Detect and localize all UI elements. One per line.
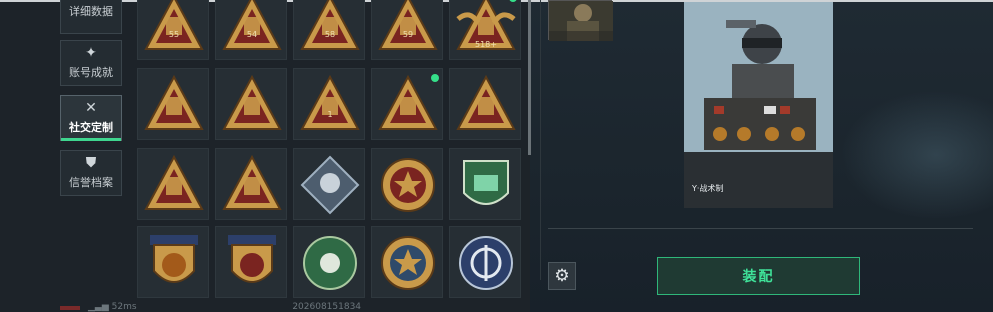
badge-emblem: 58: [300, 0, 360, 50]
badge-emblem: [222, 154, 282, 210]
background-fog: [840, 90, 993, 220]
badge-emblem: 55: [144, 0, 204, 50]
gear-icon: ⚙: [554, 266, 570, 286]
scrollbar[interactable]: [528, 0, 531, 155]
badge-preview-card: Y·战术制: [684, 2, 833, 208]
signal-icon: ▁▃▅: [88, 302, 109, 312]
badge-slot[interactable]: [215, 226, 287, 298]
badge-slot[interactable]: 58: [293, 0, 365, 60]
badge-slot[interactable]: [137, 148, 209, 220]
badge-slot[interactable]: [215, 68, 287, 140]
equip-button[interactable]: 装配: [657, 257, 860, 295]
build-text: 202608151834: [292, 302, 362, 312]
badge-number: 518+: [475, 40, 497, 49]
badge-slot[interactable]: [449, 226, 521, 298]
badge-slot[interactable]: [293, 226, 365, 298]
badge-slot[interactable]: [215, 148, 287, 220]
achievement-icon: ✦: [85, 45, 97, 61]
shield-icon: ⛊: [85, 155, 97, 171]
badge-number: 54: [247, 30, 257, 39]
badge-emblem: [303, 236, 357, 290]
badge-emblem: 1: [300, 74, 360, 130]
badge-slot[interactable]: [449, 148, 521, 220]
badge-slot[interactable]: [371, 226, 443, 298]
sidebar-item-detailed-stats[interactable]: 详细数据: [60, 0, 122, 34]
badge-number: 59: [403, 30, 413, 39]
tools-icon: ✕: [85, 100, 97, 116]
panel-divider: [540, 0, 541, 280]
badge-emblem: [300, 155, 360, 215]
sidebar-item-achievements[interactable]: ✦ 账号成就: [60, 40, 122, 86]
section-divider: [548, 228, 973, 229]
badge-number: 58: [325, 30, 335, 39]
badge-emblem: [144, 154, 204, 210]
badge-slot[interactable]: [371, 148, 443, 220]
new-indicator-dot: [431, 74, 439, 82]
sidebar-item-social-customize[interactable]: ✕ 社交定制: [60, 95, 122, 141]
badge-emblem: [381, 158, 435, 212]
badge-emblem: 518+: [456, 0, 516, 50]
badge-emblem: [463, 160, 509, 205]
badge-emblem: [228, 235, 276, 283]
badge-emblem: [456, 74, 516, 130]
badge-slot[interactable]: 59: [371, 0, 443, 60]
sidebar-item-label: 信誉档案: [69, 176, 113, 189]
badge-emblem: 54: [222, 0, 282, 50]
status-bar: ▁▃▅ 52ms 202608151834: [88, 302, 361, 312]
badge-emblem: [459, 236, 513, 290]
badge-emblem: 59: [378, 0, 438, 50]
badge-number: 55: [169, 30, 179, 39]
card-label: Y·战术制: [692, 184, 724, 193]
settings-button[interactable]: ⚙: [548, 262, 576, 290]
badge-emblem: [144, 74, 204, 130]
badge-slot[interactable]: 54: [215, 0, 287, 60]
badge-emblem: [222, 74, 282, 130]
avatar[interactable]: [548, 0, 613, 41]
sidebar-item-reputation[interactable]: ⛊ 信誉档案: [60, 150, 122, 196]
badge-slot[interactable]: [137, 226, 209, 298]
status-indicator: [60, 306, 80, 310]
badge-slot[interactable]: 1: [293, 68, 365, 140]
badge-slot[interactable]: 55: [137, 0, 209, 60]
badge-slot[interactable]: [293, 148, 365, 220]
badge-emblem: [150, 235, 198, 283]
sidebar-item-label: 账号成就: [69, 66, 113, 79]
badge-slot[interactable]: [449, 68, 521, 140]
badge-number: 1: [327, 110, 332, 119]
sidebar-item-label: 详细数据: [69, 5, 113, 18]
active-indicator: [61, 138, 121, 141]
badge-slot[interactable]: [137, 68, 209, 140]
badge-slot[interactable]: 518+: [449, 0, 521, 60]
sidebar-item-label: 社交定制: [69, 121, 113, 134]
ping-text: 52ms: [111, 302, 137, 312]
badge-emblem: [381, 236, 435, 290]
